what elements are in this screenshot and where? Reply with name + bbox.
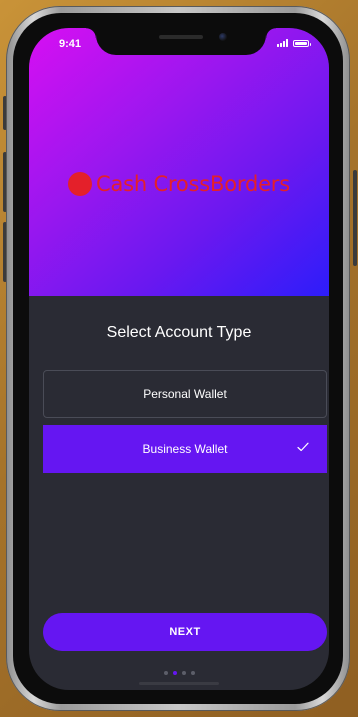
page-title: Select Account Type <box>106 324 252 341</box>
page-indicator <box>29 671 329 675</box>
option-label: Business Wallet <box>142 442 228 456</box>
phone-screen: Cash CrossBorders 9:41 Select Account Ty… <box>29 28 329 690</box>
front-camera <box>219 33 227 41</box>
status-time: 9:41 <box>59 38 82 50</box>
hero-banner: Cash CrossBorders <box>29 28 329 296</box>
page-dot <box>163 671 168 675</box>
battery-icon <box>293 40 311 47</box>
brand-logo: Cash CrossBorders <box>29 172 329 196</box>
brand-name: Cash CrossBorders <box>96 172 290 196</box>
check-icon <box>297 442 309 452</box>
personal-wallet-option[interactable]: Personal Wallet <box>43 370 327 418</box>
notch <box>86 28 276 55</box>
page-dot <box>181 671 186 675</box>
speaker-grille <box>159 35 203 39</box>
brand-circle-icon <box>68 172 93 196</box>
page-dot-active <box>172 671 177 675</box>
page-dot <box>190 671 195 675</box>
next-button[interactable]: NEXT <box>43 613 327 651</box>
option-label: Personal Wallet <box>143 387 227 401</box>
power-button <box>353 170 357 266</box>
home-indicator <box>139 682 219 685</box>
business-wallet-option[interactable]: Business Wallet <box>43 425 327 473</box>
signal-icon <box>277 39 288 47</box>
status-icons <box>277 39 311 47</box>
